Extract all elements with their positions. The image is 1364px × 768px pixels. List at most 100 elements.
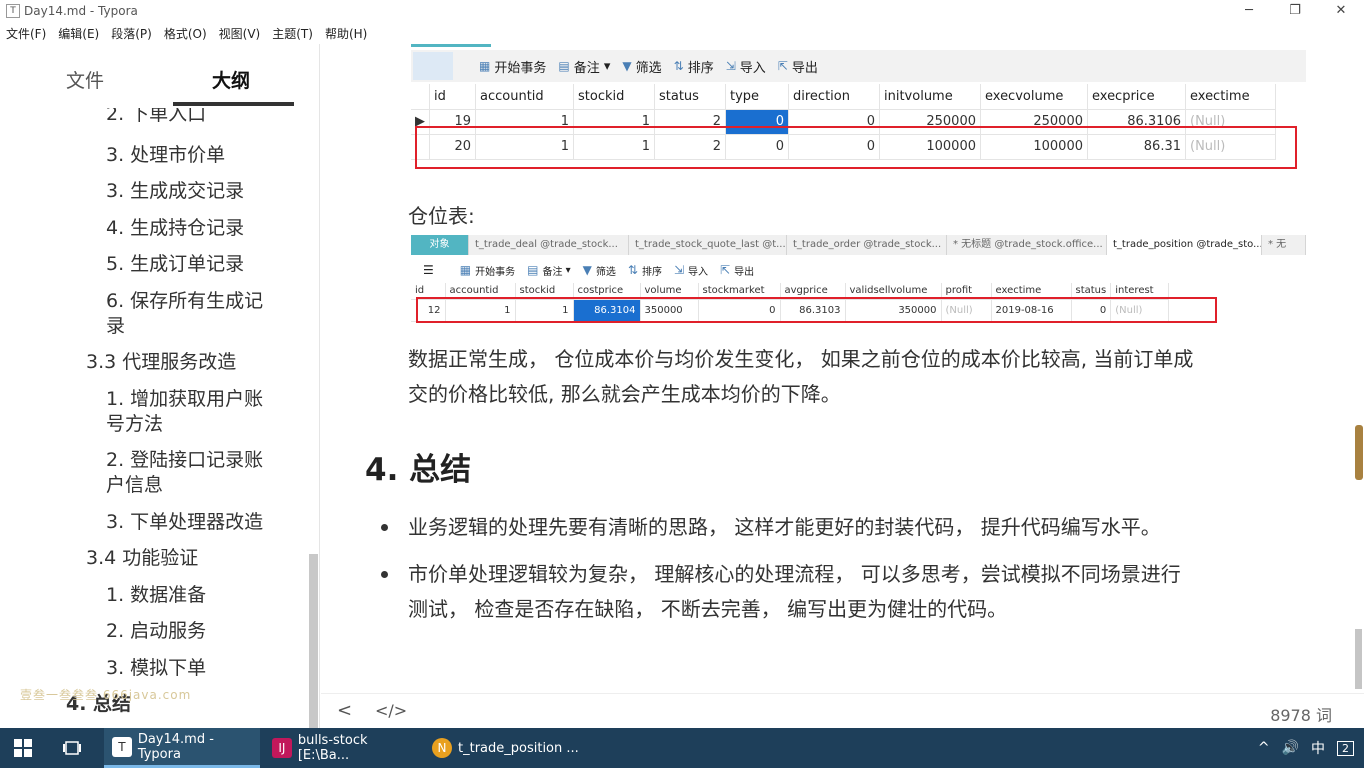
source-mode-button[interactable]: </> — [375, 701, 407, 720]
column-header: status — [654, 84, 726, 110]
menu-help[interactable]: 帮助(H) — [319, 25, 373, 42]
memo-icon: ▤ — [527, 263, 539, 277]
menu-icon: ☰ — [423, 263, 434, 277]
restore-button[interactable]: ❐ — [1272, 0, 1318, 22]
tray-expand-icon[interactable]: ^ — [1258, 740, 1270, 756]
editor-area: ▦ 开始事务 ▤ 备注 ▾ ▼ 筛选 ⇅ 排序 ⇲ 导入 ⇱ 导出 id accountid… — [321, 44, 1364, 728]
highlight-box — [415, 126, 1297, 169]
column-header: initvolume — [879, 84, 981, 110]
sort-icon: ⇅ — [627, 263, 638, 277]
outline-item[interactable]: 6. 保存所有生成记录 — [106, 289, 276, 339]
toggle-sidebar-button[interactable]: < — [337, 700, 352, 721]
minimize-button[interactable]: ─ — [1226, 0, 1272, 22]
volume-icon[interactable]: 🔊 — [1282, 740, 1299, 756]
outline-item[interactable]: 1. 数据准备 — [106, 583, 286, 608]
outline-item[interactable]: 3. 模拟下单 — [106, 656, 286, 681]
status-bar: < </> 8978 词 — [321, 693, 1364, 728]
export-icon: ⇱ — [777, 59, 788, 73]
filter-button: ▼ 筛选 — [582, 263, 616, 278]
db-toolbar: ▦ 开始事务 ▤ 备注 ▾ ▼ 筛选 ⇅ 排序 ⇲ 导入 ⇱ 导出 — [411, 50, 1306, 82]
list-item-text: 业务逻辑的处理先要有清晰的思路， 这样才能更好的封装代码， 提升代码编写水平。 — [408, 515, 1161, 539]
sidebar-tabs: 文件 大纲 — [0, 44, 319, 108]
notification-icon[interactable]: 2 — [1337, 740, 1354, 756]
tab-outline[interactable]: 大纲 — [212, 66, 250, 93]
column-header: exectime — [1185, 84, 1276, 110]
tab-files[interactable]: 文件 — [66, 66, 104, 93]
menu-file[interactable]: 文件(F) — [0, 25, 52, 42]
menu-view[interactable]: 视图(V) — [213, 25, 267, 42]
word-count[interactable]: 8978 词 — [1270, 702, 1332, 726]
scrollbar-track[interactable] — [1355, 629, 1362, 689]
highlight-box — [416, 297, 1217, 323]
memo-button: ▤ 备注 ▾ — [527, 263, 571, 278]
sort-button: ⇅ 排序 — [627, 263, 662, 278]
db-toolbar: ☰ ▦ 开始事务 ▤ 备注 ▾ ▼ 筛选 ⇅ 排序 ⇲ 导入 ⇱ 导出 — [411, 259, 1306, 281]
taskbar-intellij[interactable]: IJ bulls-stock [E:\Ba... — [266, 728, 422, 768]
paragraph: 数据正常生成， 仓位成本价与均价发生变化， 如果之前仓位的成本价比较高, 当前订… — [408, 342, 1328, 412]
import-icon: ⇲ — [725, 59, 736, 73]
outline-item[interactable]: 1. 增加获取用户账号方法 — [106, 387, 276, 437]
outline-item[interactable]: 3. 处理市价单 — [106, 143, 286, 168]
tab-trade-deal: t_trade_deal @trade_stock... — [469, 235, 629, 255]
transaction-icon: ▦ — [459, 263, 472, 277]
column-header: execprice — [1087, 84, 1186, 110]
active-tab-indicator — [173, 102, 294, 106]
column-header: stockid — [573, 84, 655, 110]
watermark-text: 壹叁一叁叁叁 666java.com — [20, 688, 192, 702]
system-tray: ^ 🔊 中 2 — [1246, 728, 1354, 768]
table-header: id accountid stockid status type directi… — [411, 84, 1276, 110]
filter-icon: ▼ — [582, 263, 592, 277]
column-header: direction — [788, 84, 880, 110]
begin-transaction-button: ▦ 开始事务 — [479, 59, 547, 76]
order-table-image: ▦ 开始事务 ▤ 备注 ▾ ▼ 筛选 ⇅ 排序 ⇲ 导入 ⇱ 导出 id accountid… — [411, 44, 1306, 194]
task-view-icon — [63, 741, 81, 755]
begin-transaction-button: ▦ 开始事务 — [459, 263, 516, 278]
sidebar-scrollbar[interactable] — [309, 554, 318, 728]
filter-icon: ▼ — [622, 59, 632, 73]
menu-format[interactable]: 格式(O) — [158, 25, 213, 42]
export-icon: ⇱ — [720, 263, 731, 277]
outline-item[interactable]: 4. 生成持仓记录 — [106, 216, 286, 241]
menu-theme[interactable]: 主题(T) — [266, 25, 319, 42]
menu-edit[interactable]: 编辑(E) — [52, 25, 105, 42]
task-view-button[interactable] — [62, 728, 82, 768]
export-button: ⇱ 导出 — [720, 263, 755, 278]
outline-item[interactable]: 3.4 功能验证 — [86, 546, 198, 571]
outline-item[interactable]: 3. 生成成交记录 — [106, 179, 286, 204]
outline-item[interactable]: 2. 启动服务 — [106, 619, 286, 644]
window-title: Day14.md - Typora — [24, 4, 138, 18]
tab-objects: 对象 — [411, 235, 469, 255]
import-button: ⇲ 导入 — [725, 59, 766, 76]
outline-item[interactable]: 3.3 代理服务改造 — [86, 350, 236, 375]
input-method-indicator[interactable]: 中 — [1311, 738, 1325, 758]
outline-item[interactable]: 2. 登陆接口记录账户信息 — [106, 448, 276, 498]
tab-untitled: * 无标题 @trade_stock.office... — [947, 235, 1107, 255]
transaction-icon: ▦ — [479, 59, 491, 73]
menu-paragraph[interactable]: 段落(P) — [105, 25, 158, 42]
memo-button: ▤ 备注 ▾ — [558, 58, 611, 76]
list-item-text: 市价单处理逻辑较为复杂， 理解核心的处理流程， 可以多思考，尝试模拟不同场景进行… — [408, 562, 1181, 621]
column-header: accountid — [475, 84, 574, 110]
tab-untitled-2: * 无 — [1262, 235, 1306, 255]
column-header: type — [725, 84, 789, 110]
outline-item[interactable]: 3. 下单处理器改造 — [106, 510, 286, 535]
import-button: ⇲ 导入 — [673, 263, 709, 278]
start-button[interactable] — [14, 728, 32, 768]
tab-trade-position: t_trade_position @trade_sto... — [1107, 235, 1262, 255]
typora-icon: T — [112, 736, 132, 757]
tab-trade-order: t_trade_order @trade_stock... — [787, 235, 947, 255]
import-icon: ⇲ — [673, 263, 685, 277]
export-button: ⇱ 导出 — [777, 59, 818, 76]
sort-icon: ⇅ — [673, 59, 684, 73]
taskbar-navicat[interactable]: N t_trade_position ... — [426, 728, 586, 768]
column-header: id — [429, 84, 476, 110]
bullet-icon — [381, 571, 388, 578]
outline-item[interactable]: 5. 生成订单记录 — [106, 252, 286, 277]
paragraph-line: 交的价格比较低, 那么就会产生成本均价的下降。 — [408, 382, 841, 406]
paragraph-line: 数据正常生成， 仓位成本价与均价发生变化， 如果之前仓位的成本价比较高, 当前订… — [408, 347, 1194, 371]
close-button[interactable]: ✕ — [1318, 0, 1364, 22]
scrollbar-thumb[interactable] — [1355, 425, 1363, 480]
db-tabs: 对象 t_trade_deal @trade_stock... t_trade_… — [411, 235, 1306, 255]
taskbar-typora[interactable]: T Day14.md - Typora — [104, 728, 260, 768]
typora-app-icon: T — [6, 4, 20, 18]
